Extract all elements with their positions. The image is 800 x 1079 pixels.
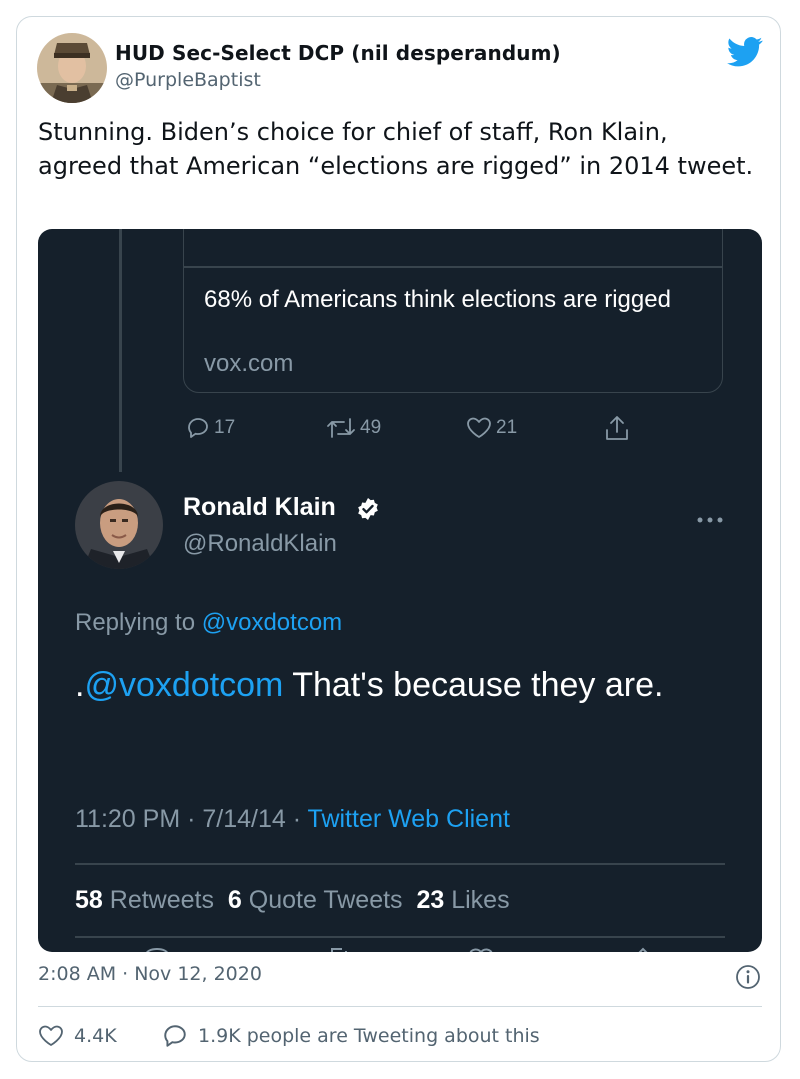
klain-tweet-meta: 11:20 PM · 7/14/14 · Twitter Web Client — [75, 805, 510, 834]
like-count: 21 — [496, 417, 518, 438]
reply-icon — [164, 1025, 186, 1047]
tweet-like-action[interactable]: 4.4K — [38, 1022, 117, 1050]
more-options-icon[interactable] — [695, 515, 725, 525]
quote-tweets-label[interactable]: Quote Tweets — [242, 886, 403, 914]
link-preview-card[interactable]: 68% of Americans think elections are rig… — [183, 229, 723, 393]
retweet-action[interactable]: 49 — [326, 413, 381, 443]
klain-tweet-text: .@voxdotcom That's because they are. — [75, 657, 715, 713]
info-icon[interactable] — [735, 964, 761, 990]
retweets-label[interactable]: Retweets — [103, 886, 214, 914]
meta-divider — [75, 863, 725, 865]
reply-icon-cut — [146, 948, 168, 952]
klain-avatar[interactable] — [75, 481, 163, 569]
link-card-title: 68% of Americans think elections are rig… — [204, 286, 671, 313]
link-card-domain: vox.com — [204, 350, 294, 377]
reply-count: 17 — [214, 417, 236, 438]
tweet-card: HUD Sec-Select DCP (nil desperandum) @Pu… — [16, 16, 781, 1062]
tweeting-about-text: 1.9K people are Tweeting about this — [198, 1025, 540, 1047]
klain-text-rest: That's because they are. — [283, 666, 664, 704]
likes-label[interactable]: Likes — [444, 886, 509, 914]
share-icon — [606, 416, 628, 440]
tweet-like-count: 4.4K — [74, 1025, 117, 1047]
heart-icon — [39, 1025, 63, 1046]
klain-time-date[interactable]: 11:20 PM · 7/14/14 · — [75, 805, 308, 833]
replying-prefix: Replying to — [75, 609, 202, 636]
klain-client-link[interactable]: Twitter Web Client — [308, 805, 510, 833]
quote-tweets-count[interactable]: 6 — [228, 886, 242, 914]
twitter-bird-icon[interactable] — [727, 37, 763, 67]
likes-count[interactable]: 23 — [416, 886, 444, 914]
replying-to-link[interactable]: @voxdotcom — [202, 609, 342, 636]
klain-photo-icon — [75, 481, 163, 569]
tweet-timestamp[interactable]: 2:08 AM · Nov 12, 2020 — [38, 963, 262, 985]
klain-mention-link[interactable]: @voxdotcom — [84, 666, 283, 704]
retweet-count: 49 — [360, 417, 382, 438]
avatar-cadet-photo-icon — [37, 33, 107, 103]
thread-line — [119, 229, 122, 472]
klain-engagement-stats: 58 Retweets 6 Quote Tweets 23 Likes — [75, 886, 510, 915]
verified-badge-icon — [358, 498, 378, 520]
author-name[interactable]: HUD Sec-Select DCP (nil desperandum) — [115, 41, 561, 65]
retweet-icon — [327, 418, 355, 438]
author-avatar[interactable] — [37, 33, 107, 103]
stats-divider — [75, 936, 725, 938]
embedded-screenshot[interactable]: 68% of Americans think elections are rig… — [38, 229, 762, 952]
klain-handle[interactable]: @RonaldKlain — [183, 530, 337, 558]
reply-icon — [188, 418, 208, 438]
like-action[interactable]: 21 — [466, 413, 517, 443]
reply-action[interactable]: 17 — [186, 413, 235, 443]
heart-icon — [467, 417, 491, 438]
link-card-divider — [184, 266, 722, 268]
replying-to-line: Replying to @voxdotcom — [75, 609, 342, 637]
klain-name[interactable]: Ronald Klain — [183, 493, 336, 522]
heart-icon-cut — [469, 948, 493, 952]
retweet-icon-cut — [331, 948, 347, 952]
share-icon-cut — [638, 947, 648, 952]
footer-divider — [38, 1006, 762, 1007]
tweet-text: Stunning. Biden’s choice for chief of st… — [38, 118, 754, 180]
share-action[interactable] — [604, 413, 630, 443]
tweeting-about-action[interactable]: 1.9K people are Tweeting about this — [162, 1022, 540, 1050]
retweets-count[interactable]: 58 — [75, 886, 103, 914]
author-handle[interactable]: @PurpleBaptist — [115, 69, 261, 91]
